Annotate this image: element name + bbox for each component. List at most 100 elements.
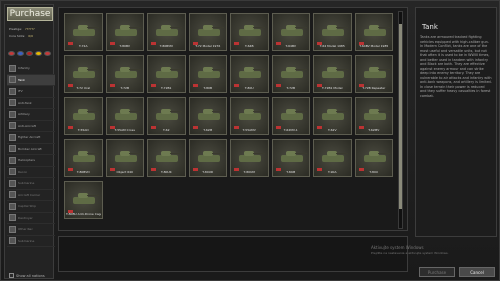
unit-card[interactable]: T-62V	[313, 97, 352, 135]
tank-gun-icon	[211, 152, 224, 154]
tank-gun-icon	[253, 110, 265, 112]
unit-card[interactable]: T-62MV-1	[271, 97, 310, 135]
category-item[interactable]: Submarine	[7, 178, 55, 190]
category-item[interactable]: Other Rec	[7, 224, 55, 236]
category-label: Submarine	[18, 181, 35, 186]
tank-icon	[73, 29, 95, 36]
unit-card[interactable]: T-72B Repeater	[354, 55, 393, 93]
tank-gun-icon	[294, 26, 307, 28]
tank-gun-icon	[87, 26, 99, 28]
tank-icon	[322, 113, 344, 120]
unit-name: T-62MV	[368, 128, 380, 132]
unit-card[interactable]: T-80BVD	[64, 139, 103, 177]
unit-card[interactable]: T-80UK	[147, 139, 186, 177]
category-label: Aircraft Carrier	[18, 192, 41, 197]
unit-card[interactable]: T-72 Ural	[64, 55, 103, 93]
category-item[interactable]: Fighter Aircraft	[7, 132, 55, 144]
tank-gun-icon	[87, 68, 99, 70]
unit-card[interactable]: T-72A	[64, 13, 103, 51]
scrollbar-thumb[interactable]	[399, 24, 402, 209]
unit-card[interactable]: T-72 Model 1976	[188, 13, 227, 51]
tank-gun-icon	[294, 68, 307, 70]
purchase-button[interactable]: Purchase	[419, 267, 455, 277]
unit-card[interactable]: T-55AMV	[230, 97, 269, 135]
unit-name: T-72B Repeater	[362, 86, 386, 90]
unit-card[interactable]: T-84M	[271, 139, 310, 177]
tank-gun-icon	[211, 26, 224, 28]
unit-class-title: Tank	[422, 23, 438, 31]
unit-card[interactable]: T-80U	[230, 55, 269, 93]
nation-flag-icon[interactable]	[35, 51, 42, 56]
unit-name: T-72 Model 1976	[195, 44, 221, 48]
cancel-button[interactable]: Cancel	[459, 267, 495, 277]
unit-card[interactable]: T-72B	[105, 55, 144, 93]
category-item[interactable]: Aircraft Carrier	[7, 190, 55, 201]
unit-grid: T-72A T-80BV T-80BVM T-72 Model 1976 T-64B T-…	[64, 13, 398, 219]
unit-name: T-64 Model 1985	[319, 44, 345, 48]
unit-card[interactable]: T-90A	[313, 139, 352, 177]
category-item[interactable]: Infantry	[7, 63, 55, 75]
unit-card[interactable]: T-80BVM	[147, 13, 186, 51]
unit-card[interactable]: T-62M	[188, 97, 227, 135]
category-item[interactable]: Capital Ship	[7, 201, 55, 213]
unit-card[interactable]: T-55AD	[64, 97, 103, 135]
category-label: Tank	[18, 77, 25, 82]
unit-grid-scrollbar[interactable]	[398, 11, 403, 229]
category-item[interactable]: Anti-Tank	[7, 98, 55, 109]
nation-flag-icon[interactable]	[26, 51, 33, 56]
category-item[interactable]: Anti-Aircraft	[7, 121, 55, 132]
unit-name: T-84M	[286, 170, 296, 174]
unit-card[interactable]: T-72B1 Model	[313, 55, 352, 93]
unit-name: T-72B1 Model	[322, 86, 343, 90]
nation-flag-icon[interactable]	[44, 51, 51, 56]
category-item[interactable]: Destroyer	[7, 213, 55, 224]
unit-card[interactable]: T-80B	[188, 55, 227, 93]
show-all-nations-checkbox[interactable]: Show all nations	[9, 273, 45, 278]
unit-card[interactable]: T-80BV	[105, 13, 144, 51]
unit-name: T-80BU Anti-Drone Cage	[66, 212, 101, 216]
category-item[interactable]: Artillery	[7, 109, 55, 121]
category-item[interactable]: Helicopters	[7, 155, 55, 167]
category-icon	[9, 156, 16, 164]
unit-card[interactable]: T-72B	[271, 55, 310, 93]
watermark-line1: Aktivujte system Windows	[371, 245, 424, 250]
unit-card[interactable]: T-64BV Model 1985	[354, 13, 393, 51]
unit-card[interactable]: T-62MV	[354, 97, 393, 135]
nation-flag-icon[interactable]	[8, 51, 15, 56]
unit-card[interactable]: T-64 Model 1985	[313, 13, 352, 51]
tank-icon	[156, 29, 178, 36]
tank-icon	[156, 113, 178, 120]
tank-icon	[156, 155, 178, 162]
category-icon	[9, 145, 16, 153]
tank-gun-icon	[211, 110, 224, 112]
category-item[interactable]: Submarine	[7, 236, 55, 247]
category-item[interactable]: Recon	[7, 167, 55, 178]
unit-card[interactable]: T-64B	[230, 13, 269, 51]
tank-gun-icon	[377, 152, 390, 154]
tank-icon	[239, 155, 261, 162]
unit-card[interactable]: T-80BU Anti-Drone Cage	[64, 181, 103, 219]
unit-card[interactable]: T-80U	[354, 139, 393, 177]
category-label: IFV	[18, 89, 23, 94]
tank-icon	[280, 29, 303, 36]
category-item[interactable]: IFV	[7, 86, 55, 98]
category-item[interactable]: Bomber Aircraft	[7, 144, 55, 155]
unit-card[interactable]: T-55AM Cross	[105, 97, 144, 135]
category-item[interactable]: Tank	[7, 74, 55, 86]
category-icon	[9, 225, 16, 233]
unit-card[interactable]: T-64BV	[271, 13, 310, 51]
tank-icon	[197, 113, 220, 120]
nation-flag-icon[interactable]	[17, 51, 24, 56]
unit-card[interactable]: Object 640	[105, 139, 144, 177]
category-icon	[9, 64, 16, 72]
tank-icon	[156, 71, 178, 78]
tank-gun-icon	[87, 194, 99, 196]
unit-card[interactable]: T-80UD	[188, 139, 227, 177]
tank-gun-icon	[336, 110, 348, 112]
unit-card[interactable]: T-80UM	[230, 139, 269, 177]
category-list: Infantry Tank IFV Anti-Tank Artillery Anti-Ai…	[7, 63, 55, 247]
unit-card[interactable]: T-72B1	[147, 55, 186, 93]
unit-grid-panel: T-72A T-80BV T-80BVM T-72 Model 1976 T-64B T-…	[58, 7, 408, 231]
unit-card[interactable]: T-62	[147, 97, 186, 135]
checkbox-box[interactable]	[9, 273, 14, 278]
